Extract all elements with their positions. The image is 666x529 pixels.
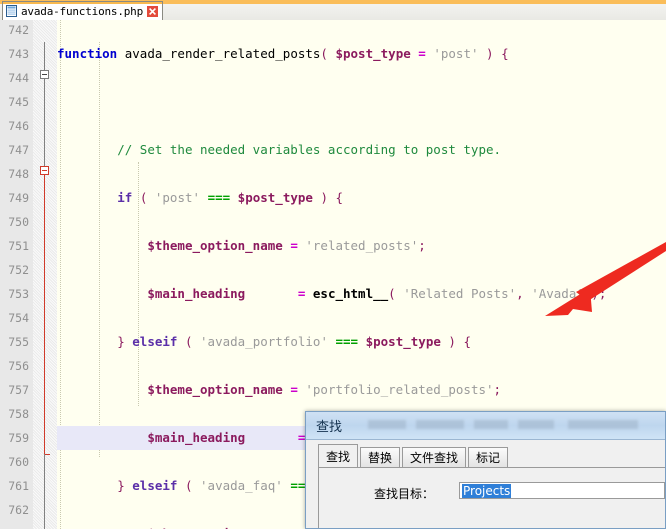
code-line[interactable]: $theme_option_name = 'portfolio_related_… — [57, 378, 666, 402]
find-dialog[interactable]: 查找 查找 替换 文件查找 标记 查找目标： Projects — [305, 411, 666, 529]
tab-mark[interactable]: 标记 — [468, 447, 509, 467]
document-tab-avada-functions[interactable]: avada-functions.php — [2, 1, 164, 20]
line-number: 756 — [8, 359, 29, 373]
find-what-label: 查找目标： — [374, 487, 435, 501]
php-file-icon — [6, 5, 17, 17]
line-number: 762 — [8, 503, 29, 517]
titlebar-blurred-text — [368, 420, 638, 429]
code-line[interactable] — [57, 354, 666, 378]
line-number: 753 — [8, 287, 29, 301]
code-line[interactable]: function avada_render_related_posts( $po… — [57, 42, 666, 66]
code-line[interactable] — [57, 20, 666, 42]
code-line[interactable] — [57, 210, 666, 234]
code-line[interactable]: $theme_option_name = 'related_posts'; — [57, 234, 666, 258]
tab-find-in-files[interactable]: 文件查找 — [402, 447, 467, 467]
line-number: 761 — [8, 479, 29, 493]
fold-line-bottom — [44, 454, 45, 529]
code-line[interactable] — [57, 162, 666, 186]
find-dialog-tabs[interactable]: 查找 替换 文件查找 标记 — [318, 444, 510, 467]
fold-toggle-743[interactable] — [40, 70, 49, 79]
fold-toggle-749[interactable] — [40, 166, 49, 175]
fold-line-top — [44, 42, 45, 70]
line-number: 755 — [8, 335, 29, 349]
line-number: 750 — [8, 215, 29, 229]
code-line[interactable] — [57, 114, 666, 138]
code-line[interactable] — [57, 90, 666, 114]
line-number: 754 — [8, 311, 29, 325]
tab-find[interactable]: 查找 — [318, 444, 359, 467]
code-line[interactable]: } elseif ( 'avada_portfolio' === $post_t… — [57, 330, 666, 354]
line-number: 743 — [8, 47, 29, 61]
line-number: 757 — [8, 383, 29, 397]
find-what-value: Projects — [462, 484, 512, 498]
line-number: 760 — [8, 455, 29, 469]
line-number: 747 — [8, 143, 29, 157]
notepadpp-window: avada-functions.php 742 743 744 745 746 747 74… — [0, 0, 666, 529]
code-line[interactable] — [57, 258, 666, 282]
line-number: 746 — [8, 119, 29, 133]
line-number: 744 — [8, 71, 29, 85]
line-number: 763 — [1, 522, 29, 529]
code-line[interactable] — [57, 306, 666, 330]
line-number: 759 — [8, 431, 29, 445]
fold-margin[interactable] — [33, 20, 57, 529]
line-number: 752 — [8, 263, 29, 277]
document-tab-bar: avada-functions.php — [0, 0, 666, 21]
line-number: 745 — [8, 95, 29, 109]
code-line[interactable]: // Set the needed variables according to… — [57, 138, 666, 162]
line-number: 751 — [8, 239, 29, 253]
code-line[interactable] — [57, 66, 666, 90]
find-what-input[interactable]: Projects — [459, 482, 665, 499]
close-icon[interactable] — [147, 5, 159, 17]
line-number-gutter: 742 743 744 745 746 747 748 749 750 751 752 753 754 7… — [0, 20, 34, 529]
fold-line-if-block — [44, 175, 45, 455]
line-number: 748 — [8, 167, 29, 181]
find-dialog-title: 查找 — [316, 420, 343, 435]
find-tab-panel: 查找目标： Projects — [318, 467, 665, 528]
line-number: 758 — [8, 407, 29, 421]
tab-replace[interactable]: 替换 — [360, 447, 401, 467]
code-line[interactable]: if ( 'post' === $post_type ) { — [57, 186, 666, 210]
document-tab-label: avada-functions.php — [21, 4, 144, 18]
find-dialog-titlebar: 查找 — [306, 412, 665, 440]
line-number: 749 — [8, 191, 29, 205]
line-number: 742 — [8, 23, 29, 37]
code-line[interactable]: $main_heading = esc_html__( 'Related Pos… — [57, 282, 666, 306]
